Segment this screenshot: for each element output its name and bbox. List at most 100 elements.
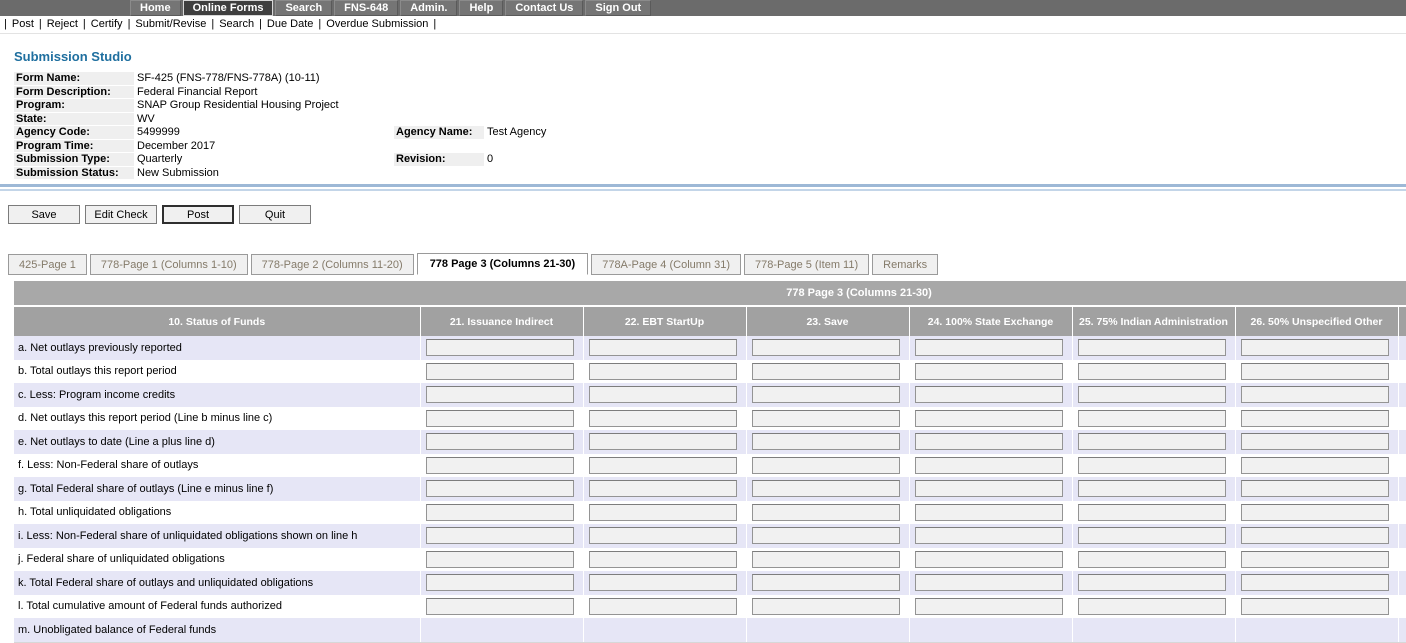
grid-input[interactable]: [426, 386, 574, 403]
tab-remarks[interactable]: Remarks: [872, 254, 938, 275]
grid-input[interactable]: [1078, 527, 1226, 544]
grid-input[interactable]: [589, 363, 737, 380]
grid-input[interactable]: [1241, 363, 1389, 380]
grid-input[interactable]: [752, 527, 900, 544]
sub-nav-item-submit-revise[interactable]: Submit/Revise: [135, 18, 206, 30]
top-nav-item-search[interactable]: Search: [275, 0, 332, 16]
top-nav-item-contact-us[interactable]: Contact Us: [505, 0, 583, 16]
tab-778-page-1-columns-1-10[interactable]: 778-Page 1 (Columns 1-10): [90, 254, 248, 275]
grid-input[interactable]: [589, 504, 737, 521]
grid-input[interactable]: [426, 480, 574, 497]
grid-input[interactable]: [1241, 598, 1389, 615]
grid-input[interactable]: [752, 363, 900, 380]
grid-input[interactable]: [915, 457, 1063, 474]
grid-input[interactable]: [1078, 363, 1226, 380]
sub-nav-item-certify[interactable]: Certify: [91, 18, 123, 30]
grid-input[interactable]: [752, 480, 900, 497]
grid-input[interactable]: [1078, 386, 1226, 403]
grid-input[interactable]: [1078, 598, 1226, 615]
grid-input[interactable]: [1078, 574, 1226, 591]
grid-input[interactable]: [589, 574, 737, 591]
grid-input[interactable]: [1078, 504, 1226, 521]
grid-input[interactable]: [752, 598, 900, 615]
grid-input[interactable]: [752, 433, 900, 450]
tab-425-page-1[interactable]: 425-Page 1: [8, 254, 87, 275]
grid-input[interactable]: [426, 598, 574, 615]
sub-nav-item-search[interactable]: Search: [219, 18, 254, 30]
grid-input[interactable]: [915, 339, 1063, 356]
grid-input[interactable]: [589, 551, 737, 568]
grid-input[interactable]: [752, 457, 900, 474]
sub-nav-item-overdue-submission[interactable]: Overdue Submission: [326, 18, 428, 30]
grid-input[interactable]: [426, 457, 574, 474]
grid-input[interactable]: [426, 551, 574, 568]
top-nav-item-fns-648[interactable]: FNS-648: [334, 0, 398, 16]
grid-input[interactable]: [1241, 410, 1389, 427]
grid-input[interactable]: [915, 527, 1063, 544]
grid-input[interactable]: [1241, 527, 1389, 544]
separator: |: [128, 18, 131, 30]
tab-778a-page-4-column-31[interactable]: 778A-Page 4 (Column 31): [591, 254, 741, 275]
grid-input[interactable]: [752, 386, 900, 403]
grid-input[interactable]: [752, 339, 900, 356]
grid-input[interactable]: [1078, 339, 1226, 356]
grid-input[interactable]: [752, 410, 900, 427]
grid-input[interactable]: [589, 339, 737, 356]
grid-input[interactable]: [752, 504, 900, 521]
tab-778-page-5-item-11[interactable]: 778-Page 5 (Item 11): [744, 254, 869, 275]
grid-input[interactable]: [1078, 480, 1226, 497]
grid-input[interactable]: [426, 504, 574, 521]
grid-input[interactable]: [1078, 551, 1226, 568]
grid-input[interactable]: [426, 363, 574, 380]
grid-input[interactable]: [426, 433, 574, 450]
top-nav-item-help[interactable]: Help: [459, 0, 503, 16]
grid-input[interactable]: [589, 480, 737, 497]
grid-cell: [746, 595, 909, 619]
grid-input[interactable]: [426, 527, 574, 544]
grid-input[interactable]: [1241, 480, 1389, 497]
top-nav-item-online-forms[interactable]: Online Forms: [183, 0, 274, 16]
post-button[interactable]: Post: [162, 205, 234, 224]
top-nav-item-sign-out[interactable]: Sign Out: [585, 0, 651, 16]
grid-input[interactable]: [915, 551, 1063, 568]
grid-input[interactable]: [589, 457, 737, 474]
grid-input[interactable]: [1241, 504, 1389, 521]
quit-button[interactable]: Quit: [239, 205, 311, 224]
tab-778-page-3-columns-21-30[interactable]: 778 Page 3 (Columns 21-30): [417, 253, 589, 275]
sub-nav-item-reject[interactable]: Reject: [47, 18, 78, 30]
grid-input[interactable]: [589, 598, 737, 615]
top-nav-item-admin[interactable]: Admin.: [400, 0, 457, 16]
grid-input[interactable]: [589, 527, 737, 544]
grid-input[interactable]: [915, 574, 1063, 591]
grid-input[interactable]: [1078, 410, 1226, 427]
grid-input[interactable]: [1241, 551, 1389, 568]
grid-input[interactable]: [1241, 574, 1389, 591]
grid-input[interactable]: [1241, 433, 1389, 450]
grid-input[interactable]: [589, 386, 737, 403]
grid-input[interactable]: [915, 598, 1063, 615]
grid-input[interactable]: [589, 410, 737, 427]
grid-input[interactable]: [426, 574, 574, 591]
save-button[interactable]: Save: [8, 205, 80, 224]
grid-input[interactable]: [915, 410, 1063, 427]
grid-input[interactable]: [426, 339, 574, 356]
grid-input[interactable]: [915, 363, 1063, 380]
grid-input[interactable]: [752, 574, 900, 591]
grid-input[interactable]: [752, 551, 900, 568]
grid-input[interactable]: [1078, 457, 1226, 474]
sub-nav-item-post[interactable]: Post: [12, 18, 34, 30]
grid-input[interactable]: [1078, 433, 1226, 450]
edit-check-button[interactable]: Edit Check: [85, 205, 157, 224]
grid-input[interactable]: [589, 433, 737, 450]
grid-input[interactable]: [1241, 339, 1389, 356]
grid-input[interactable]: [915, 480, 1063, 497]
grid-input[interactable]: [426, 410, 574, 427]
grid-input[interactable]: [915, 433, 1063, 450]
tab-778-page-2-columns-11-20[interactable]: 778-Page 2 (Columns 11-20): [251, 254, 414, 275]
grid-input[interactable]: [915, 504, 1063, 521]
grid-input[interactable]: [915, 386, 1063, 403]
grid-input[interactable]: [1241, 457, 1389, 474]
grid-input[interactable]: [1241, 386, 1389, 403]
sub-nav-item-due-date[interactable]: Due Date: [267, 18, 313, 30]
top-nav-item-home[interactable]: Home: [130, 0, 181, 16]
